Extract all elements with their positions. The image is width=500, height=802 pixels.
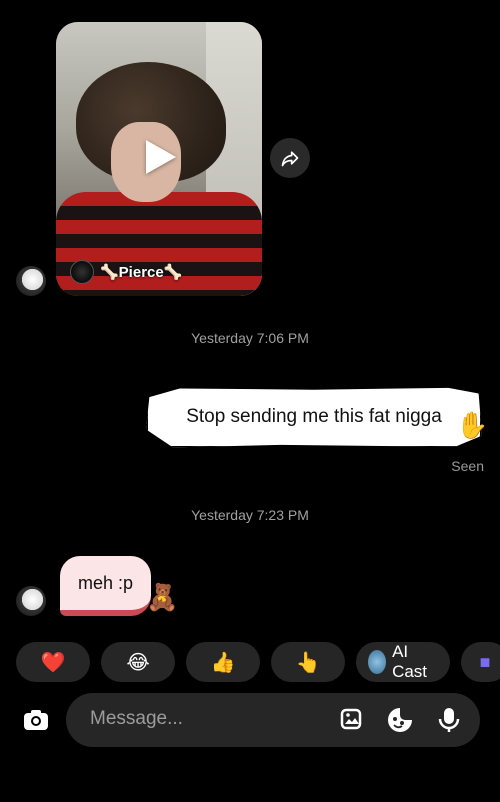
game-controller-icon: ■: [479, 651, 491, 672]
gallery-button[interactable]: [336, 704, 368, 736]
camera-button[interactable]: [18, 702, 54, 738]
sent-message-text: Stop sending me this fat nigga: [186, 406, 442, 427]
video-message[interactable]: 🦴Pierce🦴: [56, 22, 262, 296]
microphone-button[interactable]: [433, 704, 465, 736]
reaction-thumbs-up-button[interactable]: 👍: [186, 642, 260, 682]
contact-avatar[interactable]: [16, 586, 46, 616]
sticker-button[interactable]: [384, 704, 416, 736]
ai-cast-icon: [368, 650, 387, 674]
video-owner-name: 🦴Pierce🦴: [100, 264, 183, 281]
play-icon[interactable]: [146, 140, 176, 174]
reaction-heart-button[interactable]: ❤️: [16, 642, 90, 682]
quick-reactions-bar: ❤️ 😂 👍 👆 AI Cast ■: [16, 642, 500, 682]
video-owner: 🦴Pierce🦴: [70, 260, 182, 284]
microphone-icon: [438, 708, 460, 732]
bear-sticker-icon: 🧸: [146, 582, 179, 612]
sticker-icon: [388, 708, 412, 732]
share-icon: [281, 151, 299, 167]
sent-message-bubble[interactable]: Stop sending me this fat nigga: [146, 386, 482, 448]
message-input[interactable]: Message...: [90, 708, 183, 730]
ai-cast-button[interactable]: AI Cast: [356, 642, 450, 682]
reaction-point-up-button[interactable]: 👆: [271, 642, 345, 682]
seen-status: Seen: [451, 458, 484, 474]
timestamp: Yesterday 7:23 PM: [191, 507, 309, 523]
received-message-bubble[interactable]: meh :p: [60, 556, 152, 616]
received-message-text: meh :p: [78, 572, 134, 593]
timestamp: Yesterday 7:06 PM: [191, 330, 309, 346]
reaction-laugh-button[interactable]: 😂: [101, 642, 175, 682]
share-button[interactable]: [270, 138, 310, 178]
game-button[interactable]: ■: [461, 642, 500, 682]
video-owner-avatar: [70, 260, 94, 284]
gallery-icon: [340, 708, 362, 730]
waving-hand-icon: ✋: [456, 410, 489, 440]
contact-avatar[interactable]: [16, 266, 46, 296]
camera-icon: [24, 710, 48, 730]
